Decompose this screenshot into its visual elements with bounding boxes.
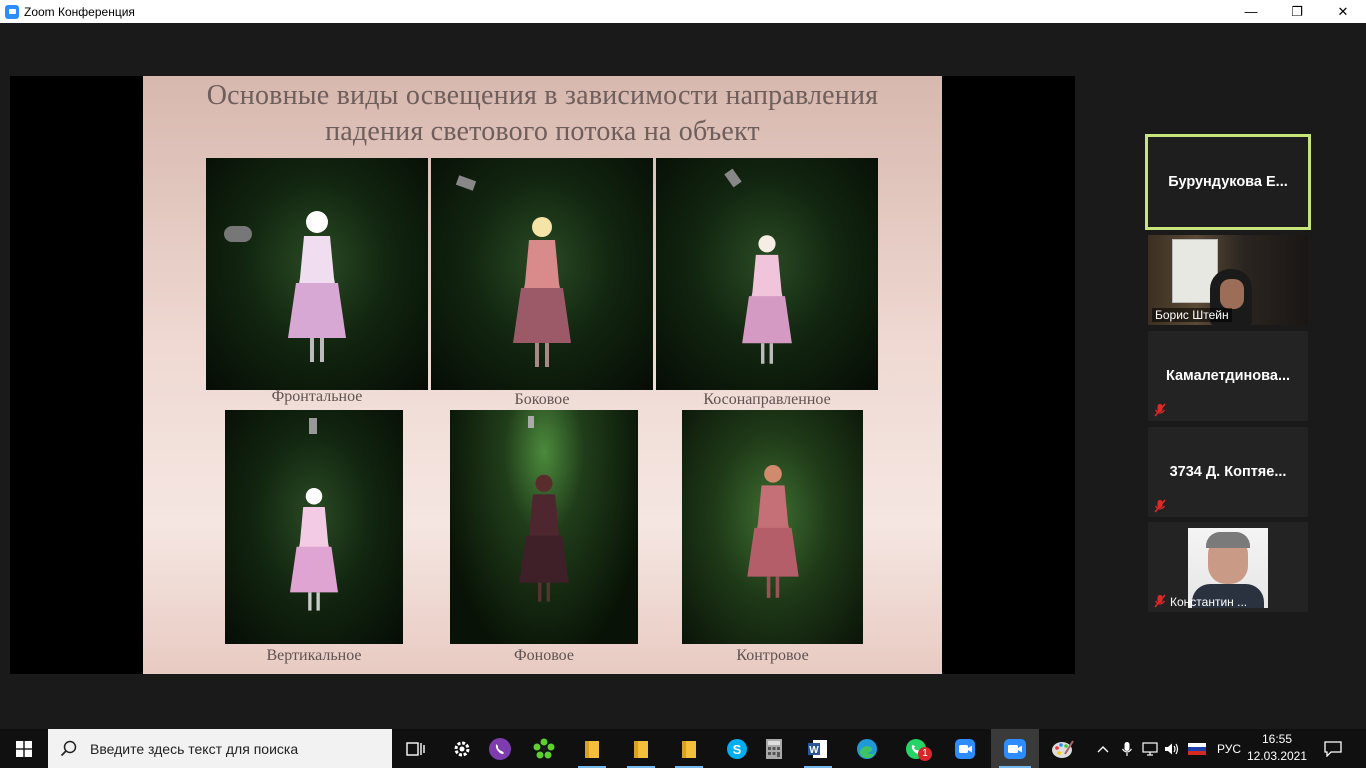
microphone-icon xyxy=(1122,741,1132,756)
participant-tile-video[interactable]: Константин ... xyxy=(1148,522,1308,612)
gear-icon xyxy=(454,741,470,756)
taskbar-word[interactable]: W xyxy=(796,729,840,768)
taskbar-viber[interactable] xyxy=(478,729,522,768)
chevron-up-icon xyxy=(1097,745,1109,752)
mic-muted-icon xyxy=(1154,594,1166,608)
minimize-button[interactable]: — xyxy=(1228,0,1274,23)
participant-tile[interactable]: 3734 Д. Коптяе... xyxy=(1148,427,1308,517)
word-icon: W xyxy=(808,739,827,758)
caption-vertical: Вертикальное xyxy=(266,647,362,664)
zoom-meeting-icon xyxy=(1004,738,1026,759)
taskbar-paint[interactable] xyxy=(1041,729,1085,768)
participant-name: Камалетдинова... xyxy=(1165,368,1291,384)
window-title: Zoom Конференция xyxy=(24,4,135,19)
taskbar-calculator[interactable] xyxy=(752,729,796,768)
svg-text:S: S xyxy=(733,742,742,757)
presentation-slide: Основные виды освещения в зависимости на… xyxy=(143,76,942,674)
participant-name: Бурундукова Е... xyxy=(1168,174,1288,190)
photo-oblique-lighting xyxy=(656,158,878,390)
mic-muted-icon xyxy=(1154,403,1166,417)
figure-silhouette xyxy=(742,235,792,364)
tray-clock[interactable]: 16:55 12.03.2021 xyxy=(1246,731,1308,765)
folder-icon xyxy=(634,740,648,758)
taskbar-zoom[interactable] xyxy=(943,729,987,768)
slide-title: Основные виды освещения в зависимости на… xyxy=(143,78,942,150)
participant-name: Борис Штейн xyxy=(1152,308,1232,322)
paint-palette-icon xyxy=(1052,739,1074,758)
viber-icon xyxy=(489,737,511,760)
photo-side-lighting xyxy=(431,158,653,390)
tray-overflow-button[interactable] xyxy=(1094,729,1112,768)
photo-vertical-lighting xyxy=(225,410,403,644)
figure-silhouette xyxy=(288,211,346,362)
photo-background-lighting xyxy=(450,410,638,644)
russian-flag-icon xyxy=(1188,742,1206,755)
caption-frontal: Фронтальное xyxy=(271,388,363,405)
speaker-icon xyxy=(1165,743,1179,754)
taskbar-file-explorer[interactable] xyxy=(667,729,711,768)
whatsapp-notification-badge: 1 xyxy=(918,747,932,761)
clock-date: 12.03.2021 xyxy=(1246,749,1308,763)
caption-background: Фоновое xyxy=(514,647,574,664)
start-button[interactable] xyxy=(0,729,48,768)
figure-silhouette xyxy=(513,217,571,367)
caption-oblique: Косонаправленное xyxy=(703,391,831,408)
tray-volume[interactable] xyxy=(1162,729,1182,768)
taskbar-icq[interactable] xyxy=(522,729,566,768)
caption-side: Боковое xyxy=(514,391,570,408)
participant-name: 3734 Д. Коптяе... xyxy=(1169,464,1287,480)
folder-icon xyxy=(682,740,696,758)
participant-tile-active-speaker[interactable]: Бурундукова Е... xyxy=(1145,134,1311,230)
taskbar-file-explorer[interactable] xyxy=(570,729,614,768)
photo-frontal-lighting xyxy=(206,158,428,390)
restore-button[interactable]: ❐ xyxy=(1274,0,1320,23)
windows-taskbar: Введите здесь текст для поиска S W 1 РУС… xyxy=(0,729,1366,768)
calculator-icon xyxy=(766,738,782,759)
tray-language-flag[interactable] xyxy=(1186,729,1208,768)
mic-muted-icon xyxy=(1154,499,1166,513)
meeting-area: Основные виды освещения в зависимости на… xyxy=(0,23,1366,729)
edge-icon xyxy=(857,738,877,759)
taskbar-zoom-meeting[interactable] xyxy=(991,729,1039,768)
skype-icon: S xyxy=(727,738,747,759)
notification-icon xyxy=(1324,740,1342,757)
tray-microphone[interactable] xyxy=(1118,729,1136,768)
figure-silhouette xyxy=(519,474,569,602)
network-icon xyxy=(1142,741,1158,756)
slide-title-line-1: Основные виды освещения в зависимости на… xyxy=(206,80,879,111)
tray-input-language[interactable]: РУС xyxy=(1212,729,1246,768)
tray-network[interactable] xyxy=(1140,729,1160,768)
caption-contra: Контровое xyxy=(736,647,809,664)
participant-tile[interactable]: Камалетдинова... xyxy=(1148,331,1308,421)
icq-flower-icon xyxy=(533,738,555,758)
close-button[interactable]: ✕ xyxy=(1320,0,1366,23)
figure-silhouette xyxy=(289,487,339,611)
zoom-app-icon xyxy=(5,4,19,19)
task-view-button[interactable] xyxy=(394,729,438,768)
search-icon xyxy=(60,740,77,756)
zoom-icon xyxy=(955,738,975,759)
participant-name: Константин ... xyxy=(1170,595,1248,609)
figure-silhouette xyxy=(746,464,799,598)
slide-title-line-2: падения светового потока на объект xyxy=(325,116,760,147)
windows-logo-icon xyxy=(16,740,32,757)
window-controls: — ❐ ✕ xyxy=(1228,0,1366,23)
window-title-bar: Zoom Конференция — ❐ ✕ xyxy=(0,0,1366,23)
taskbar-file-explorer[interactable] xyxy=(619,729,663,768)
photo-contra-lighting xyxy=(682,410,863,644)
folder-icon xyxy=(585,740,599,758)
search-placeholder: Введите здесь текст для поиска xyxy=(90,740,299,757)
svg-text:W: W xyxy=(809,745,819,756)
taskbar-edge[interactable] xyxy=(845,729,889,768)
action-center-button[interactable] xyxy=(1318,729,1348,768)
task-view-icon xyxy=(406,741,425,756)
screen-share-view[interactable]: Основные виды освещения в зависимости на… xyxy=(10,76,1075,674)
taskbar-whatsapp[interactable]: 1 xyxy=(894,729,938,768)
participant-tile-video[interactable]: Борис Штейн xyxy=(1148,235,1308,325)
taskbar-search-box[interactable]: Введите здесь текст для поиска xyxy=(48,729,392,768)
clock-time: 16:55 xyxy=(1261,732,1293,746)
